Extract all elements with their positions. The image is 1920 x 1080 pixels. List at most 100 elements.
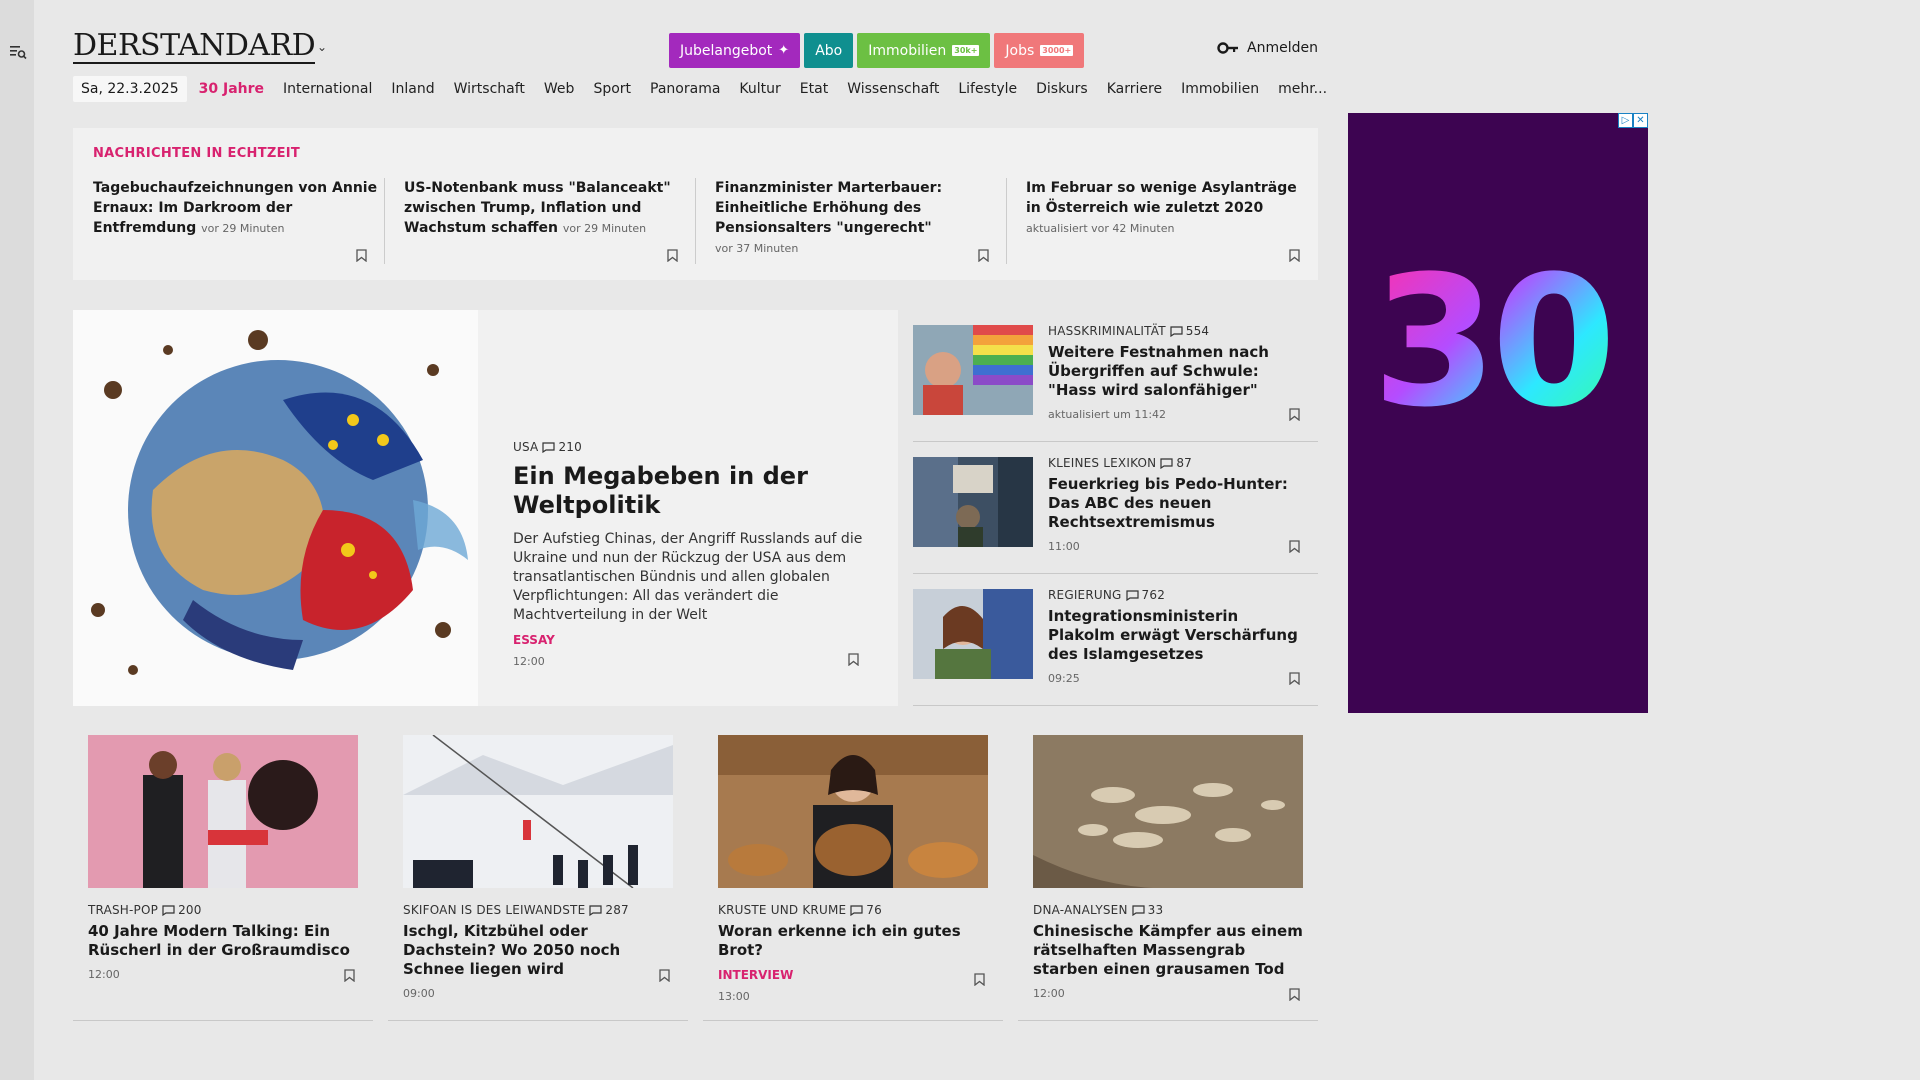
comment-count[interactable]: 287 (589, 903, 629, 917)
comment-count[interactable]: 76 (850, 903, 882, 917)
bookmark-icon[interactable] (1289, 672, 1300, 685)
nav-item-diskurs[interactable]: Diskurs (1036, 81, 1088, 97)
article-title[interactable]: Woran erkenne ich ein gutes Brot? (718, 922, 988, 960)
bookmark-icon[interactable] (1289, 988, 1300, 1001)
kicker-label[interactable]: KLEINES LEXIKON (1048, 456, 1156, 470)
party-popper-icon: ✦ (778, 43, 790, 58)
nav-item-karriere[interactable]: Karriere (1107, 81, 1162, 97)
nav-item-etat[interactable]: Etat (800, 81, 828, 97)
article-title[interactable]: Integrationsministerin Plakolm erwägt Ve… (1048, 607, 1303, 664)
ticker-item[interactable]: Im Februar so wenige Asylanträge in Öste… (1026, 178, 1316, 266)
article-thumbnail[interactable] (913, 325, 1033, 415)
nav-item-30-jahre[interactable]: 30 Jahre (199, 81, 264, 97)
comment-count-value: 554 (1185, 324, 1210, 338)
bookmark-icon[interactable] (659, 969, 670, 982)
article-image[interactable] (88, 735, 358, 888)
comment-count[interactable]: 200 (162, 903, 202, 917)
bookmark-icon[interactable] (848, 653, 859, 666)
article-time: 12:00 (1033, 987, 1065, 1000)
article-title[interactable]: Ischgl, Kitzbühel oder Dachstein? Wo 205… (403, 922, 673, 979)
side-article[interactable]: KLEINES LEXIKON 87 Feuerkrieg bis Pedo-H… (913, 442, 1318, 574)
advertisement-banner[interactable]: ▷ ✕ 30 (1348, 113, 1648, 713)
bookmark-icon[interactable] (974, 973, 985, 986)
article-card[interactable]: KRUSTE UND KRUME 76 Woran erkenne ich ei… (703, 735, 1003, 1021)
kicker-label[interactable]: DNA-ANALYSEN (1033, 903, 1128, 917)
comment-icon (162, 904, 175, 916)
pill-immobilien[interactable]: Immobilien 30k+ (857, 33, 991, 68)
site-logo[interactable]: DERSTANDARD (73, 30, 316, 64)
bookmark-icon[interactable] (1289, 540, 1300, 553)
comment-count-value: 210 (558, 440, 582, 454)
comment-icon (542, 441, 556, 453)
article-card[interactable]: SKIFOAN IS DES LEIWANDSTE 287 Ischgl, Ki… (388, 735, 688, 1021)
pill-jubelangebot[interactable]: Jubelangebot ✦ (669, 33, 801, 68)
nav-item-lifestyle[interactable]: Lifestyle (958, 81, 1017, 97)
ticker-item[interactable]: Tagebuchaufzeichnungen von Annie Ernaux:… (93, 178, 383, 266)
nav-item-wirtschaft[interactable]: Wirtschaft (454, 81, 525, 97)
article-image[interactable] (1033, 735, 1303, 888)
hero-title[interactable]: Ein Megabeben in der Weltpolitik (513, 462, 863, 520)
nav-item-immobilien[interactable]: Immobilien (1181, 81, 1259, 97)
article-title[interactable]: Chinesische Kämpfer aus einem rätselhaft… (1033, 922, 1303, 979)
nav-item-sport[interactable]: Sport (593, 81, 631, 97)
comment-count-value: 200 (178, 903, 202, 917)
article-time: aktualisiert um 11:42 (1048, 408, 1167, 421)
article-image[interactable] (718, 735, 988, 888)
chevron-down-icon[interactable]: ⌄ (317, 40, 327, 54)
hero-image[interactable] (73, 310, 478, 706)
ticker-item[interactable]: Finanzminister Marterbauer: Einheitliche… (715, 178, 1005, 266)
article-thumbnail[interactable] (913, 457, 1033, 547)
side-article[interactable]: REGIERUNG 762 Integrationsministerin Pla… (913, 574, 1318, 706)
nav-item-wissenschaft[interactable]: Wissenschaft (847, 81, 939, 97)
ticker-item[interactable]: US-Notenbank muss "Balanceakt" zwischen … (404, 178, 694, 266)
bookmark-icon[interactable] (1289, 249, 1300, 262)
nav-item-inland[interactable]: Inland (391, 81, 434, 97)
pill-badge: 30k+ (952, 45, 980, 56)
article-title[interactable]: 40 Jahre Modern Talking: Ein Rüscherl in… (88, 922, 358, 960)
kicker-label[interactable]: HASSKRIMINALITÄT (1048, 324, 1166, 338)
comment-count[interactable]: 33 (1132, 903, 1164, 917)
comment-count[interactable]: 554 (1170, 324, 1210, 338)
menu-search-icon[interactable] (8, 42, 28, 62)
bookmark-icon[interactable] (667, 249, 678, 262)
nav-item-panorama[interactable]: Panorama (650, 81, 720, 97)
close-icon[interactable]: ✕ (1633, 113, 1648, 128)
bookmark-icon[interactable] (978, 249, 989, 262)
comment-icon (1132, 904, 1145, 916)
kicker-label[interactable]: SKIFOAN IS DES LEIWANDSTE (403, 903, 585, 917)
bookmark-icon[interactable] (356, 249, 367, 262)
ticker-title[interactable]: Finanzminister Marterbauer: Einheitliche… (715, 180, 942, 236)
bookmark-icon[interactable] (344, 969, 355, 982)
article-title[interactable]: Feuerkrieg bis Pedo-Hunter: Das ABC des … (1048, 475, 1303, 532)
article-time: 12:00 (513, 655, 545, 668)
ticker-title[interactable]: Im Februar so wenige Asylanträge in Öste… (1026, 180, 1297, 216)
pill-jobs[interactable]: Jobs 3000+ (994, 33, 1085, 68)
nav-item-mehr[interactable]: mehr... (1278, 81, 1327, 97)
comment-count[interactable]: 210 (542, 440, 582, 454)
nav-item-international[interactable]: International (283, 81, 372, 97)
login-button[interactable]: Anmelden (1217, 40, 1318, 56)
article-title[interactable]: Weitere Festnahmen nach Übergriffen auf … (1048, 343, 1303, 400)
kicker-label[interactable]: USA (513, 440, 538, 454)
kicker-label[interactable]: KRUSTE UND KRUME (718, 903, 846, 917)
article-thumbnail[interactable] (913, 589, 1033, 679)
article-card[interactable]: DNA-ANALYSEN 33 Chinesische Kämpfer aus … (1018, 735, 1318, 1021)
comment-count[interactable]: 87 (1160, 456, 1192, 470)
side-article[interactable]: HASSKRIMINALITÄT 554 Weitere Festnahmen … (913, 310, 1318, 442)
article-card[interactable]: TRASH-POP 200 40 Jahre Modern Talking: E… (73, 735, 373, 1021)
pill-badge: 3000+ (1040, 45, 1074, 56)
comment-count-value: 287 (605, 903, 629, 917)
article-image[interactable] (403, 735, 673, 888)
article-time: 13:00 (718, 990, 750, 1003)
hero-article[interactable]: USA 210 Ein Megabeben in der Weltpolitik… (73, 310, 898, 706)
nav-item-web[interactable]: Web (544, 81, 575, 97)
pill-abo[interactable]: Abo (804, 33, 854, 68)
kicker-label[interactable]: TRASH-POP (88, 903, 158, 917)
article-text: SKIFOAN IS DES LEIWANDSTE 287 Ischgl, Ki… (403, 903, 673, 1000)
kicker-label[interactable]: REGIERUNG (1048, 588, 1122, 602)
comment-count[interactable]: 762 (1125, 588, 1166, 602)
nav-item-kultur[interactable]: Kultur (739, 81, 780, 97)
article-text: KRUSTE UND KRUME 76 Woran erkenne ich ei… (718, 903, 988, 1003)
bookmark-icon[interactable] (1289, 408, 1300, 421)
adchoices-icon[interactable]: ▷ (1618, 113, 1633, 128)
